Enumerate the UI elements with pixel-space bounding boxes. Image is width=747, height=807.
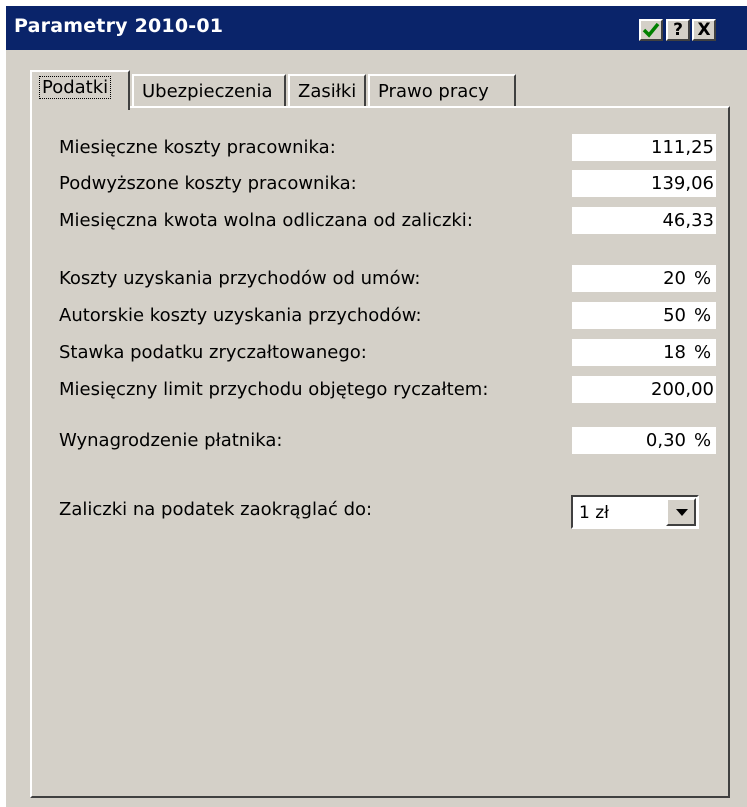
tab-ubezpieczenia[interactable]: Ubezpieczenia (132, 74, 286, 108)
rounding-label: Zaliczki na podatek zaokrąglać do: (59, 499, 373, 520)
checkmark-icon (642, 22, 660, 38)
percent-sign: % (694, 342, 712, 363)
percent-sign: % (694, 305, 712, 326)
help-button[interactable]: ? (666, 19, 690, 41)
tab-podatki[interactable]: Podatki (30, 70, 130, 110)
tax-free-amount-field[interactable]: 46,33 (572, 207, 716, 234)
monthly-costs-field[interactable]: 111,25 (572, 134, 716, 161)
ok-button[interactable] (639, 19, 663, 41)
parameters-window: Parametry 2010-01 ? X Podatki Ubezpiecze… (4, 4, 747, 807)
rounding-select[interactable]: 1 zł (571, 495, 699, 529)
flat-limit-field[interactable]: 200,00 (572, 376, 716, 403)
monthly-costs-label: Miesięczne koszty pracownika: (59, 137, 336, 158)
chevron-down-icon[interactable] (666, 498, 696, 526)
percent-sign: % (694, 430, 712, 451)
increased-costs-field[interactable]: 139,06 (572, 170, 716, 197)
tax-free-amount-label: Miesięczna kwota wolna odliczana od zali… (59, 210, 473, 231)
rounding-selected-value: 1 zł (579, 503, 609, 523)
window-title: Parametry 2010-01 (14, 15, 224, 37)
flat-tax-rate-label: Stawka podatku zryczałtowanego: (59, 342, 367, 363)
increased-costs-label: Podwyższone koszty pracownika: (59, 173, 357, 194)
contract-costs-label: Koszty uzyskania przychodów od umów: (59, 268, 421, 289)
title-bar: Parametry 2010-01 ? X (6, 6, 747, 50)
percent-sign: % (694, 268, 712, 289)
close-button[interactable]: X (692, 19, 716, 41)
tab-label: Podatki (38, 76, 112, 99)
payer-remuneration-label: Wynagrodzenie płatnika: (59, 430, 283, 451)
tab-zasilki[interactable]: Zasiłki (288, 74, 366, 108)
tab-prawo-pracy[interactable]: Prawo pracy (368, 74, 516, 108)
author-costs-label: Autorskie koszty uzyskania przychodów: (59, 305, 422, 326)
flat-limit-label: Miesięczny limit przychodu objętego rycz… (59, 379, 489, 400)
